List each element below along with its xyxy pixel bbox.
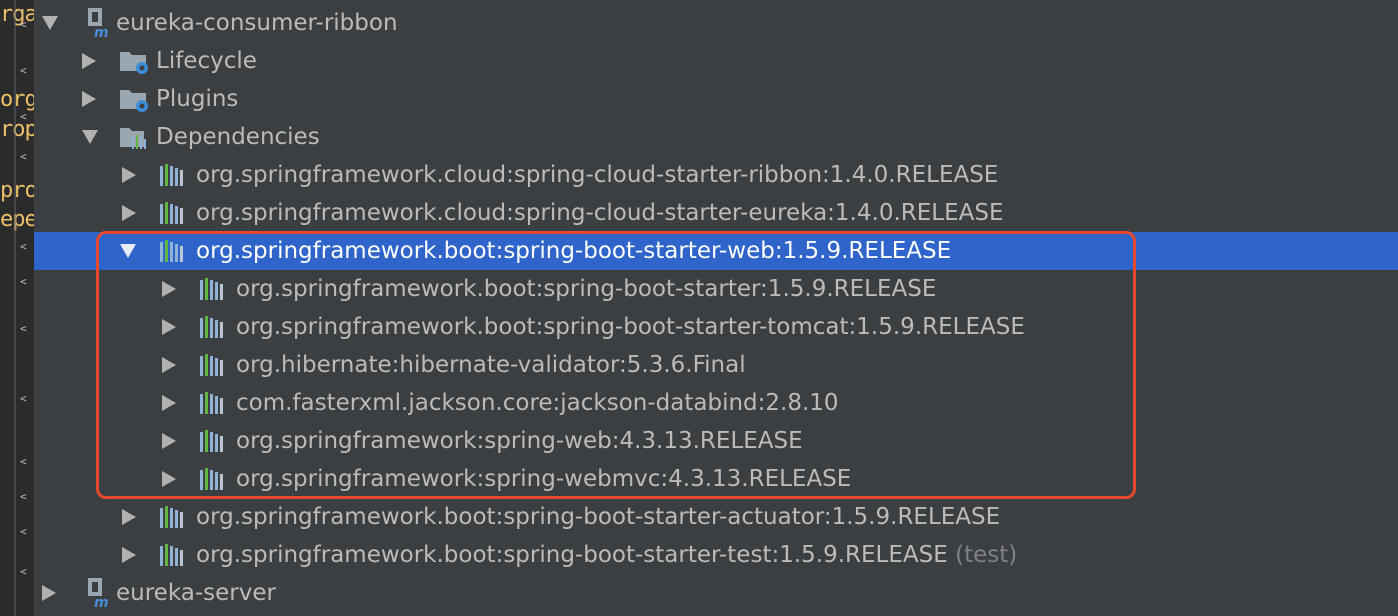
tree-row-plugins[interactable]: Plugins <box>34 80 1398 118</box>
dependency-label: org.springframework.cloud:spring-cloud-s… <box>196 200 1004 226</box>
chevron-down-icon[interactable] <box>42 16 58 30</box>
tree-row-module[interactable]: m eureka-server <box>34 574 1398 612</box>
dependency-label: org.springframework.boot:spring-boot-sta… <box>196 536 1017 574</box>
tree-row-dependency[interactable]: org.springframework.cloud:spring-cloud-s… <box>34 156 1398 194</box>
tree-row-module[interactable]: m eureka-consumer-ribbon <box>34 4 1398 42</box>
chevron-right-icon[interactable] <box>42 585 56 601</box>
tree-row-dependency[interactable]: org.springframework.boot:spring-boot-sta… <box>34 536 1398 574</box>
dependency-label: org.springframework.boot:spring-boot-sta… <box>196 238 952 264</box>
tree-row-sub-dependency[interactable]: com.fasterxml.jackson.core:jackson-datab… <box>34 384 1398 422</box>
dependency-label: org.springframework.boot:spring-boot-sta… <box>236 276 937 302</box>
chevron-right-icon[interactable] <box>122 205 136 221</box>
tree-row-dependency-selected[interactable]: org.springframework.boot:spring-boot-sta… <box>34 232 1398 270</box>
tree-row-sub-dependency[interactable]: org.springframework.boot:spring-boot-sta… <box>34 270 1398 308</box>
svg-text:m: m <box>94 25 109 38</box>
library-bars-icon <box>200 468 223 490</box>
chevron-right-icon[interactable] <box>162 319 176 335</box>
chevron-down-icon[interactable] <box>82 130 98 144</box>
group-label: Plugins <box>156 86 239 112</box>
tree-row-lifecycle[interactable]: Lifecycle <box>34 42 1398 80</box>
chevron-right-icon[interactable] <box>162 471 176 487</box>
gutter-markers: < < < < < < < < < < < < <box>14 0 34 616</box>
chevron-right-icon[interactable] <box>162 433 176 449</box>
dependency-label: org.springframework.boot:spring-boot-sta… <box>196 504 1001 530</box>
folder-gear-icon <box>120 90 148 112</box>
editor-gutter: rga org rop pro epe < < < < < < < < < < … <box>0 0 34 616</box>
group-label: Lifecycle <box>156 48 257 74</box>
chevron-right-icon[interactable] <box>162 395 176 411</box>
library-bars-icon <box>160 202 183 224</box>
dependencies-folder-icon <box>120 128 146 149</box>
scope-badge: (test) <box>955 542 1018 568</box>
dependency-label: org.springframework.boot:spring-boot-sta… <box>236 314 1025 340</box>
chevron-right-icon[interactable] <box>82 91 96 107</box>
tree-row-sub-dependency[interactable]: org.springframework:spring-webmvc:4.3.13… <box>34 460 1398 498</box>
dependency-label: org.springframework:spring-webmvc:4.3.13… <box>236 466 852 492</box>
maven-module-icon: m <box>88 578 109 608</box>
library-bars-icon <box>200 392 223 414</box>
tree-row-sub-dependency[interactable]: org.springframework:spring-web:4.3.13.RE… <box>34 422 1398 460</box>
library-bars-icon <box>160 240 183 262</box>
dependency-label: org.hibernate:hibernate-validator:5.3.6.… <box>236 352 746 378</box>
tree-row-dependency[interactable]: org.springframework.cloud:spring-cloud-s… <box>34 194 1398 232</box>
svg-text:m: m <box>94 595 109 608</box>
chevron-right-icon[interactable] <box>122 547 136 563</box>
library-bars-icon <box>160 544 183 566</box>
folder-gear-icon <box>120 52 148 74</box>
module-label: eureka-consumer-ribbon <box>116 10 398 36</box>
tree-row-dependency[interactable]: org.springframework.boot:spring-boot-sta… <box>34 498 1398 536</box>
chevron-right-icon[interactable] <box>122 167 136 183</box>
library-bars-icon <box>200 430 223 452</box>
tree-row-sub-dependency[interactable]: org.hibernate:hibernate-validator:5.3.6.… <box>34 346 1398 384</box>
maven-module-icon: m <box>88 8 109 38</box>
tree-row-dependencies[interactable]: Dependencies <box>34 118 1398 156</box>
chevron-down-icon[interactable] <box>120 244 136 258</box>
dependency-label: com.fasterxml.jackson.core:jackson-datab… <box>236 390 839 416</box>
dependency-label: org.springframework.cloud:spring-cloud-s… <box>196 162 999 188</box>
library-bars-icon <box>200 316 223 338</box>
library-bars-icon <box>160 164 183 186</box>
maven-projects-tree: m eureka-consumer-ribbon Lifecycle Plugi… <box>34 0 1398 616</box>
library-bars-icon <box>160 506 183 528</box>
module-label: eureka-server <box>116 580 276 606</box>
library-bars-icon <box>200 278 223 300</box>
chevron-right-icon[interactable] <box>122 509 136 525</box>
library-bars-icon <box>200 354 223 376</box>
group-label: Dependencies <box>156 124 320 150</box>
tree-row-sub-dependency[interactable]: org.springframework.boot:spring-boot-sta… <box>34 308 1398 346</box>
chevron-right-icon[interactable] <box>82 53 96 69</box>
chevron-right-icon[interactable] <box>162 357 176 373</box>
chevron-right-icon[interactable] <box>162 281 176 297</box>
dependency-name: org.springframework.boot:spring-boot-sta… <box>196 542 948 568</box>
dependency-label: org.springframework:spring-web:4.3.13.RE… <box>236 428 803 454</box>
